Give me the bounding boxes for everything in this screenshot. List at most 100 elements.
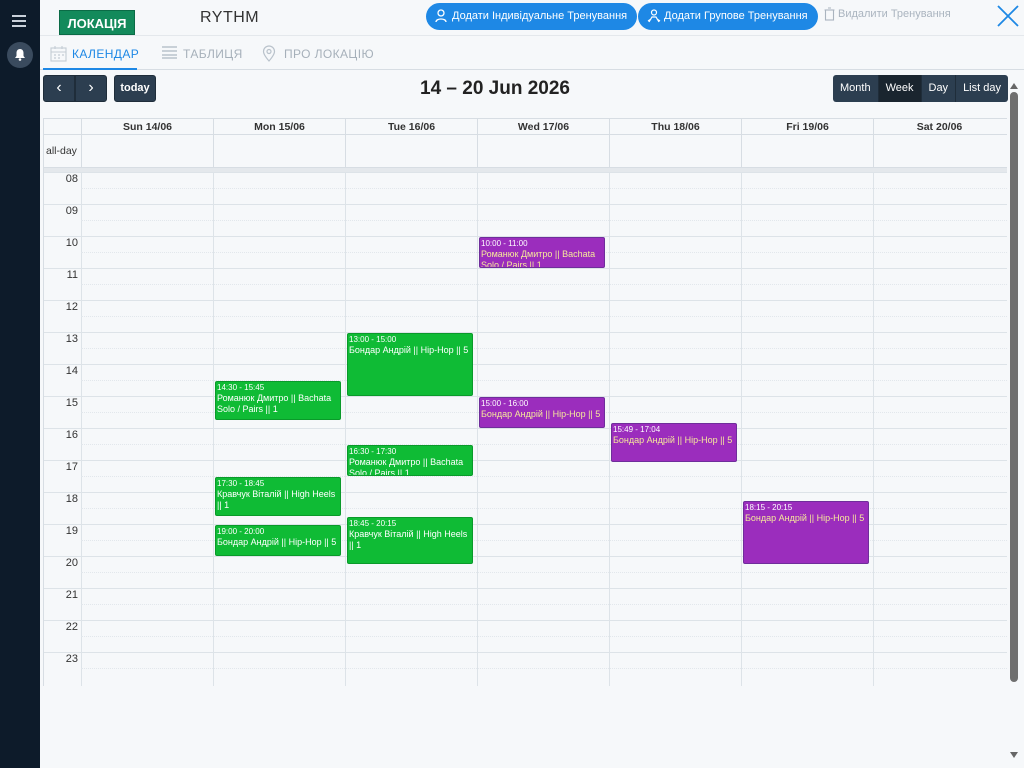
event-title: Кравчук Віталій || High Heels || 1 [349, 529, 468, 550]
calendar-event[interactable]: 15:49 - 17:04 Бондар Андрій || Hip-Hop ||… [611, 423, 737, 463]
half-hour-line [81, 348, 1007, 349]
calendar-event[interactable]: 16:30 - 17:30 Романюк Дмитро || Bachata S… [347, 445, 473, 476]
event-time: 18:45 - 20:15 [349, 519, 397, 528]
trash-icon [824, 7, 835, 21]
hour-line [44, 428, 1007, 429]
all-day-cell[interactable] [477, 135, 609, 168]
hour-line [44, 332, 1007, 333]
event-title: Бондар Андрій || Hip-Hop || 5 [349, 345, 469, 355]
calendar-event[interactable]: 17:30 - 18:45 Кравчук Віталій || High Hee… [215, 477, 341, 516]
day-header[interactable]: Mon 15/06 [213, 119, 345, 136]
all-day-cell[interactable] [213, 135, 345, 168]
calendar-event[interactable]: 19:00 - 20:00 Бондар Андрій || Hip-Hop ||… [215, 525, 341, 556]
prev-week-button[interactable]: ‹ [43, 75, 75, 102]
hour-line [44, 268, 1007, 269]
event-title: Бондар Андрій || Hip-Hop || 5 [481, 409, 601, 419]
view-day-button[interactable]: Day [921, 75, 957, 102]
close-icon[interactable] [995, 3, 1021, 29]
add-individual-training-button[interactable]: Додати Індивідуальне Тренування [426, 3, 638, 30]
notifications-bell-icon[interactable] [7, 42, 33, 68]
all-day-cell[interactable] [345, 135, 477, 168]
today-button[interactable]: today [114, 75, 156, 102]
event-time: 15:00 - 16:00 [481, 399, 529, 408]
event-time: 10:00 - 11:00 [481, 239, 528, 248]
tab-table-label: ТАБЛИЦЯ [183, 47, 243, 61]
event-time: 16:30 - 17:30 [349, 447, 397, 456]
event-title: Романюк Дмитро || Bachata Solo / Pairs |… [481, 249, 596, 268]
day-header[interactable]: Tue 16/06 [345, 119, 477, 136]
hour-line [44, 492, 1007, 493]
day-header[interactable]: Wed 17/06 [477, 119, 609, 136]
half-hour-line [81, 668, 1007, 669]
calendar-event[interactable]: 14:30 - 15:45 Романюк Дмитро || Bachata S… [215, 381, 341, 420]
tab-calendar[interactable]: КАЛЕНДАР [50, 46, 139, 62]
person-icon [435, 9, 447, 23]
hour-line [44, 204, 1007, 205]
half-hour-line [81, 220, 1007, 221]
scroll-thumb[interactable] [1010, 92, 1018, 682]
hour-label: 10 [65, 237, 78, 249]
delete-training-label: Видалити Тренування [838, 8, 951, 20]
hour-line [44, 172, 1007, 173]
group-icon [647, 9, 661, 23]
scroll-up-arrow-icon[interactable] [1010, 83, 1018, 89]
hour-label: 17 [65, 461, 78, 473]
next-week-button[interactable]: › [75, 75, 107, 102]
scroll-down-arrow-icon[interactable] [1010, 752, 1018, 758]
event-title: Бондар Андрій || Hip-Hop || 5 [217, 537, 337, 547]
half-hour-line [81, 284, 1007, 285]
delete-training-button[interactable]: Видалити Тренування [824, 7, 951, 21]
hour-label: 12 [65, 301, 78, 313]
view-list-day-button[interactable]: List day [956, 75, 1008, 102]
view-week-button[interactable]: Week [878, 75, 922, 102]
event-time: 19:00 - 20:00 [217, 527, 265, 536]
sidebar [0, 0, 40, 768]
hour-label: 08 [65, 173, 78, 185]
event-time: 15:49 - 17:04 [613, 425, 661, 435]
add-group-training-button[interactable]: Додати Групове Тренування [638, 3, 818, 30]
hour-label: 21 [65, 589, 78, 601]
event-title: Кравчук Віталій || High Heels || 1 [217, 489, 336, 510]
calendar-event[interactable]: 15:00 - 16:00 Бондар Андрій || Hip-Hop ||… [479, 397, 605, 428]
day-header[interactable]: Thu 18/06 [609, 119, 741, 136]
day-column-line [345, 172, 346, 686]
tab-table[interactable]: ТАБЛИЦЯ [161, 46, 243, 61]
event-time: 17:30 - 18:45 [217, 479, 265, 488]
event-time: 18:15 - 20:15 [745, 503, 793, 512]
day-header[interactable]: Fri 19/06 [741, 119, 873, 136]
hour-label: 11 [66, 269, 78, 281]
day-header[interactable]: Sun 14/06 [81, 119, 213, 136]
day-column-line [741, 172, 742, 686]
all-day-cell[interactable] [873, 135, 1005, 168]
calendar-event[interactable]: 13:00 - 15:00 Бондар Андрій || Hip-Hop ||… [347, 333, 473, 396]
day-header[interactable]: Sat 20/06 [873, 119, 1005, 136]
day-column-line [81, 172, 82, 686]
all-day-cell[interactable] [609, 135, 741, 168]
tab-about-location[interactable]: ПРО ЛОКАЦІЮ [262, 45, 374, 62]
event-title: Бондар Андрій || Hip-Hop || 5 [613, 435, 733, 446]
calendar-event[interactable]: 18:15 - 20:15 Бондар Андрій || Hip-Hop ||… [743, 501, 869, 564]
hour-line [44, 460, 1007, 461]
calendar-event[interactable]: 18:45 - 20:15 Кравчук Віталій || High Hee… [347, 517, 473, 564]
half-hour-line [81, 604, 1007, 605]
hour-line [44, 620, 1007, 621]
all-day-cell[interactable] [741, 135, 873, 168]
location-badge[interactable]: ЛОКАЦІЯ [59, 10, 135, 35]
calendar-event[interactable]: 10:00 - 11:00 Романюк Дмитро || Bachata S… [479, 237, 605, 268]
event-time: 13:00 - 15:00 [349, 335, 397, 344]
view-month-button[interactable]: Month [833, 75, 879, 102]
hour-label: 13 [65, 333, 78, 345]
event-title: Бондар Андрій || Hip-Hop || 5 [745, 513, 865, 523]
half-hour-line [81, 316, 1007, 317]
event-title: Романюк Дмитро || Bachata Solo / Pairs |… [217, 393, 332, 414]
view-switcher: Month Week Day List day [833, 75, 1008, 102]
date-range-title: 14 – 20 Jun 2026 [420, 78, 570, 99]
hour-label: 19 [65, 525, 78, 537]
time-grid[interactable]: 08 09 10 11 12 13 14 15 16 17 18 19 20 21 22 23 10:00 - … [44, 172, 1007, 686]
active-tab-indicator [43, 68, 137, 70]
week-calendar: Sun 14/06 Mon 15/06 Tue 16/06 Wed 17/06 Thu … [43, 118, 1007, 686]
hamburger-menu-icon[interactable] [12, 15, 26, 27]
hour-label: 18 [65, 493, 78, 505]
all-day-cell[interactable] [81, 135, 213, 168]
calendar-scrollbar[interactable] [1008, 83, 1019, 768]
